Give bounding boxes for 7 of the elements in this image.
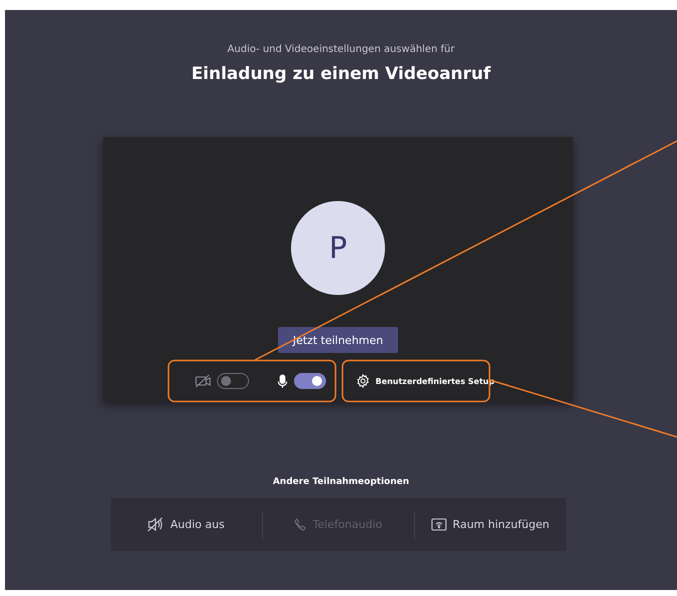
subtitle: Audio- und Videoeinstellungen auswählen für [227,44,455,55]
section-heading: Andere Teilnahmeoptionen [272,477,410,487]
avatar: P [291,201,385,295]
join-button[interactable]: Jetzt teilnehmen [278,327,398,353]
option-button[interactable]: Audio aus [110,516,262,533]
option-button[interactable]: Raum hinzufügen [414,516,566,532]
meeting-title: Einladung zu einem Videoanruf [191,64,491,84]
